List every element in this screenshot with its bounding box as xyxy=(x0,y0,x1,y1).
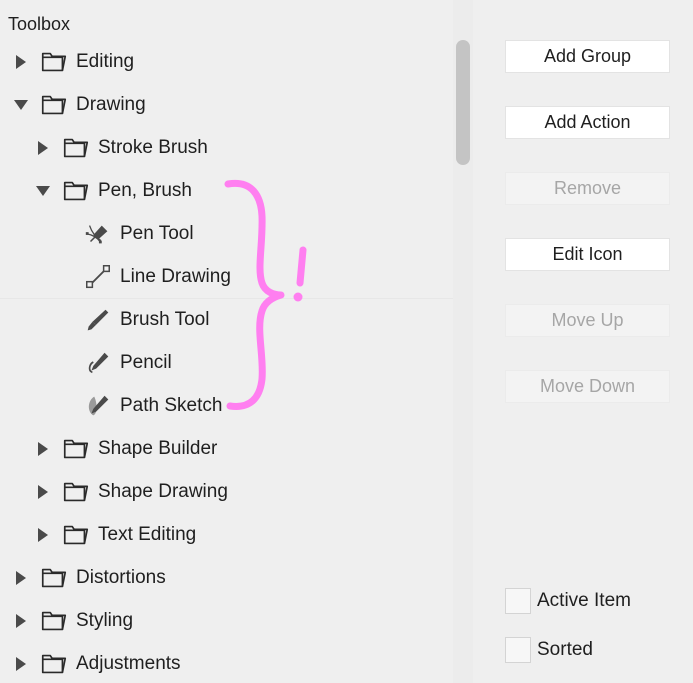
path-sketch-icon xyxy=(78,384,118,427)
folder-icon xyxy=(56,169,96,212)
tree-item-line-drawing[interactable]: Line Drawing xyxy=(0,255,453,298)
tree-item-brush-tool[interactable]: Brush Tool xyxy=(0,298,453,341)
line-drawing-icon xyxy=(78,255,118,298)
tree-item-label: Text Editing xyxy=(98,523,197,545)
tree-item-label: Line Drawing xyxy=(120,265,231,287)
folder-icon xyxy=(56,126,96,169)
toolbox-actions-panel: Add Group Add Action Remove Edit Icon Mo… xyxy=(473,0,693,683)
expand-arrow-icon[interactable] xyxy=(8,642,34,683)
folder-icon xyxy=(34,40,74,83)
tree-item-label: Brush Tool xyxy=(120,309,210,330)
expand-arrow-icon[interactable] xyxy=(30,427,56,470)
expand-arrow-icon[interactable] xyxy=(8,599,34,642)
tree-item-label: Shape Drawing xyxy=(98,480,228,502)
collapse-arrow-icon[interactable] xyxy=(8,83,34,126)
folder-icon xyxy=(56,470,96,513)
expand-arrow-icon[interactable] xyxy=(30,126,56,169)
folder-icon xyxy=(34,599,74,642)
active-item-checkbox[interactable] xyxy=(505,588,531,614)
tree-scrollbar[interactable] xyxy=(453,0,473,683)
toolbox-tree[interactable]: Editing Drawing Stroke Brush Pen, Brush Pen … xyxy=(0,40,453,683)
tree-item-drawing[interactable]: Drawing xyxy=(0,83,453,126)
tree-item-path-sketch[interactable]: Path Sketch xyxy=(0,384,453,427)
toolbox-tree-panel: Toolbox Editing Drawing Stroke Brush Pen, B… xyxy=(0,0,453,683)
tree-item-label: Pencil xyxy=(120,351,172,373)
tree-scrollbar-thumb[interactable] xyxy=(456,40,470,165)
folder-icon xyxy=(56,427,96,470)
add-group-button[interactable]: Add Group xyxy=(505,40,670,73)
sorted-label: Sorted xyxy=(537,639,593,660)
tree-item-label: Drawing xyxy=(76,93,146,115)
tree-item-label: Pen Tool xyxy=(120,222,194,244)
move-up-button[interactable]: Move Up xyxy=(505,304,670,337)
page-title: Toolbox xyxy=(8,14,71,34)
tree-item-label: Styling xyxy=(76,609,134,631)
add-action-button[interactable]: Add Action xyxy=(505,106,670,139)
folder-icon xyxy=(34,83,74,126)
active-item-checkbox-row[interactable]: Active Item xyxy=(505,588,631,614)
folder-icon xyxy=(34,556,74,599)
folder-icon xyxy=(56,513,96,556)
sorted-checkbox[interactable] xyxy=(505,637,531,663)
expand-arrow-icon[interactable] xyxy=(30,470,56,513)
tree-item-shape-builder[interactable]: Shape Builder xyxy=(0,427,453,470)
tree-item-label: Stroke Brush xyxy=(98,136,208,158)
brush-tool-icon xyxy=(78,299,118,342)
pen-tool-icon xyxy=(78,212,118,255)
tree-item-label: Path Sketch xyxy=(120,394,223,416)
pencil-icon xyxy=(78,341,118,384)
tree-item-distortions[interactable]: Distortions xyxy=(0,556,453,599)
sorted-checkbox-row[interactable]: Sorted xyxy=(505,637,593,663)
tree-item-stroke-brush[interactable]: Stroke Brush xyxy=(0,126,453,169)
edit-icon-button[interactable]: Edit Icon xyxy=(505,238,670,271)
tree-item-text-editing[interactable]: Text Editing xyxy=(0,513,453,556)
active-item-label: Active Item xyxy=(537,590,631,611)
tree-item-label: Adjustments xyxy=(76,652,181,674)
tree-item-label: Shape Builder xyxy=(98,437,218,459)
tree-item-label: Editing xyxy=(76,50,135,72)
expand-arrow-icon[interactable] xyxy=(30,513,56,556)
tree-item-pen-tool[interactable]: Pen Tool xyxy=(0,212,453,255)
remove-button[interactable]: Remove xyxy=(505,172,670,205)
expand-arrow-icon[interactable] xyxy=(8,556,34,599)
expand-arrow-icon[interactable] xyxy=(8,40,34,83)
move-down-button[interactable]: Move Down xyxy=(505,370,670,403)
tree-item-shape-drawing[interactable]: Shape Drawing xyxy=(0,470,453,513)
tree-item-adjustments[interactable]: Adjustments xyxy=(0,642,453,683)
tree-item-pencil[interactable]: Pencil xyxy=(0,341,453,384)
tree-item-label: Pen, Brush xyxy=(98,179,192,201)
tree-item-editing[interactable]: Editing xyxy=(0,40,453,83)
collapse-arrow-icon[interactable] xyxy=(30,169,56,212)
folder-icon xyxy=(34,642,74,683)
tree-item-label: Distortions xyxy=(76,566,166,588)
tree-item-styling[interactable]: Styling xyxy=(0,599,453,642)
tree-item-pen-brush[interactable]: Pen, Brush xyxy=(0,169,453,212)
